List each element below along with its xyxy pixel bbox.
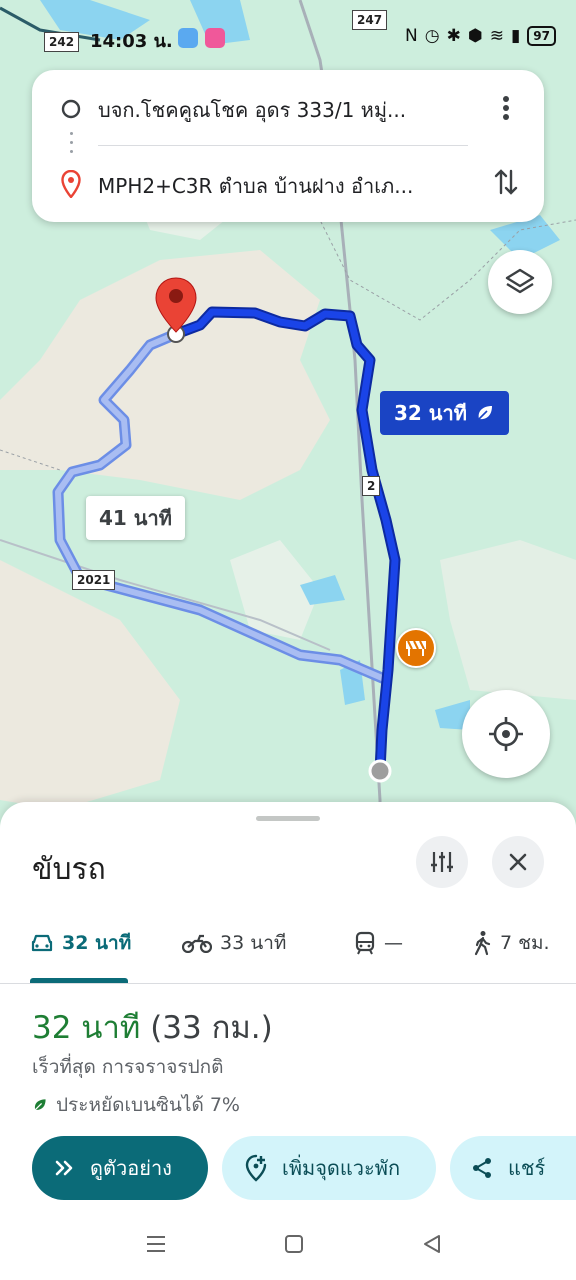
alarm-icon: ◷ bbox=[424, 26, 440, 46]
primary-route-time-label: 32 นาที bbox=[394, 401, 467, 425]
fuel-savings: ประหยัดเบนซินได้ 7% bbox=[32, 1090, 240, 1120]
roadwork-icon[interactable] bbox=[396, 628, 436, 668]
nfc-icon: N bbox=[405, 26, 418, 46]
origin-circle-icon bbox=[61, 99, 81, 119]
route-options-button[interactable] bbox=[416, 836, 468, 888]
train-icon bbox=[355, 931, 375, 955]
car-icon bbox=[31, 934, 53, 952]
weather-app-icon bbox=[178, 28, 198, 48]
status-time: 14:03 น. bbox=[90, 31, 173, 52]
add-location-icon bbox=[245, 1154, 267, 1182]
more-vert-icon[interactable] bbox=[488, 90, 524, 126]
home-icon[interactable] bbox=[282, 1232, 306, 1256]
tab-walk-label: 7 ชม. bbox=[500, 932, 550, 954]
tab-motorcycle-label: 33 นาที bbox=[220, 932, 287, 954]
menu-icon[interactable] bbox=[144, 1232, 168, 1256]
bluetooth-icon: ✱ bbox=[446, 26, 461, 46]
sheet-title: ขับรถ bbox=[32, 852, 106, 887]
battery-icon: 97 bbox=[527, 26, 556, 46]
route-summary[interactable]: 32 นาที (33 กม.) bbox=[32, 1002, 273, 1052]
share-icon bbox=[473, 1158, 491, 1178]
tab-drive[interactable]: 32 นาที bbox=[30, 926, 131, 960]
origin-field[interactable]: บจก.โชคคูณโชค อุดร 333/1 หมู่... bbox=[98, 94, 468, 126]
motorcycle-icon bbox=[182, 934, 212, 953]
tab-walk[interactable]: 7 ชม. bbox=[472, 926, 550, 960]
origin-row[interactable]: บจก.โชคคูณโชค อุดร 333/1 หมู่... bbox=[32, 70, 544, 146]
close-icon bbox=[509, 853, 527, 871]
wifi-icon: ≋ bbox=[489, 26, 504, 46]
status-icons: N ◷ ✱ ⬢ ≋ ▮ 97 bbox=[405, 26, 556, 46]
status-bar: 14:03 น. N ◷ ✱ ⬢ ≋ ▮ 97 bbox=[0, 18, 576, 54]
lazada-app-icon bbox=[205, 28, 225, 48]
map-view[interactable]: 242 247 2021 2 14:03 น. N ◷ ✱ ⬢ ≋ ▮ 97 บ… bbox=[0, 0, 576, 830]
active-tab-indicator bbox=[30, 978, 128, 983]
directions-sheet: ขับรถ 32 นาที 33 นาที — 7 ชม. 32 นาที (3… bbox=[0, 802, 576, 1280]
road-shield: 2021 bbox=[72, 570, 116, 590]
signal-icon: ▮ bbox=[510, 26, 521, 46]
destination-marker-icon[interactable] bbox=[154, 276, 198, 334]
fuel-savings-label: ประหยัดเบนซินได้ 7% bbox=[56, 1094, 240, 1116]
destination-row[interactable]: MPH2+C3R ตำบล บ้านฝาง อำเภ... bbox=[32, 146, 544, 222]
layers-icon bbox=[505, 268, 535, 294]
destination-field[interactable]: MPH2+C3R ตำบล บ้านฝาง อำเภ... bbox=[98, 170, 468, 202]
route-distance: (33 กม.) bbox=[150, 1010, 273, 1046]
share-button[interactable]: แชร์ bbox=[450, 1136, 576, 1200]
route-duration: 32 นาที bbox=[32, 1010, 141, 1046]
close-button[interactable] bbox=[492, 836, 544, 888]
preview-label: ดูตัวอย่าง bbox=[90, 1156, 172, 1180]
layers-button[interactable] bbox=[488, 250, 552, 314]
back-icon[interactable] bbox=[420, 1232, 444, 1256]
alt-route-time-label: 41 นาที bbox=[99, 506, 172, 530]
swap-vert-icon[interactable] bbox=[488, 164, 524, 200]
my-location-button[interactable] bbox=[462, 690, 550, 778]
road-shield: 2 bbox=[362, 476, 381, 496]
system-nav-bar bbox=[0, 1222, 576, 1280]
eco-leaf-icon bbox=[478, 406, 492, 420]
add-stop-label: เพิ่มจุดแวะพัก bbox=[282, 1156, 401, 1180]
double-chevron-icon bbox=[55, 1160, 73, 1176]
eco-leaf-icon bbox=[34, 1099, 46, 1111]
destination-pin-icon bbox=[61, 170, 81, 198]
my-location-icon bbox=[489, 717, 523, 751]
tab-drive-label: 32 นาที bbox=[62, 932, 132, 954]
tab-transit[interactable]: — bbox=[354, 926, 403, 960]
drag-handle[interactable] bbox=[256, 816, 320, 821]
primary-route-time[interactable]: 32 นาที bbox=[380, 391, 509, 435]
route-traffic-info: เร็วที่สุด การจราจรปกติ bbox=[32, 1056, 224, 1078]
share-label: แชร์ bbox=[508, 1156, 546, 1180]
tab-transit-label: — bbox=[384, 932, 403, 954]
travel-mode-tabs: 32 นาที 33 นาที — 7 ชม. bbox=[0, 914, 576, 984]
location-icon: ⬢ bbox=[467, 26, 483, 46]
tab-motorcycle[interactable]: 33 นาที bbox=[182, 926, 286, 960]
preview-button[interactable]: ดูตัวอย่าง bbox=[32, 1136, 208, 1200]
add-stop-button[interactable]: เพิ่มจุดแวะพัก bbox=[222, 1136, 436, 1200]
alt-route-time[interactable]: 41 นาที bbox=[86, 496, 185, 540]
route-card: บจก.โชคคูณโชค อุดร 333/1 หมู่... MPH2+C3… bbox=[32, 70, 544, 222]
tune-icon bbox=[431, 852, 453, 872]
walk-icon bbox=[474, 931, 491, 956]
